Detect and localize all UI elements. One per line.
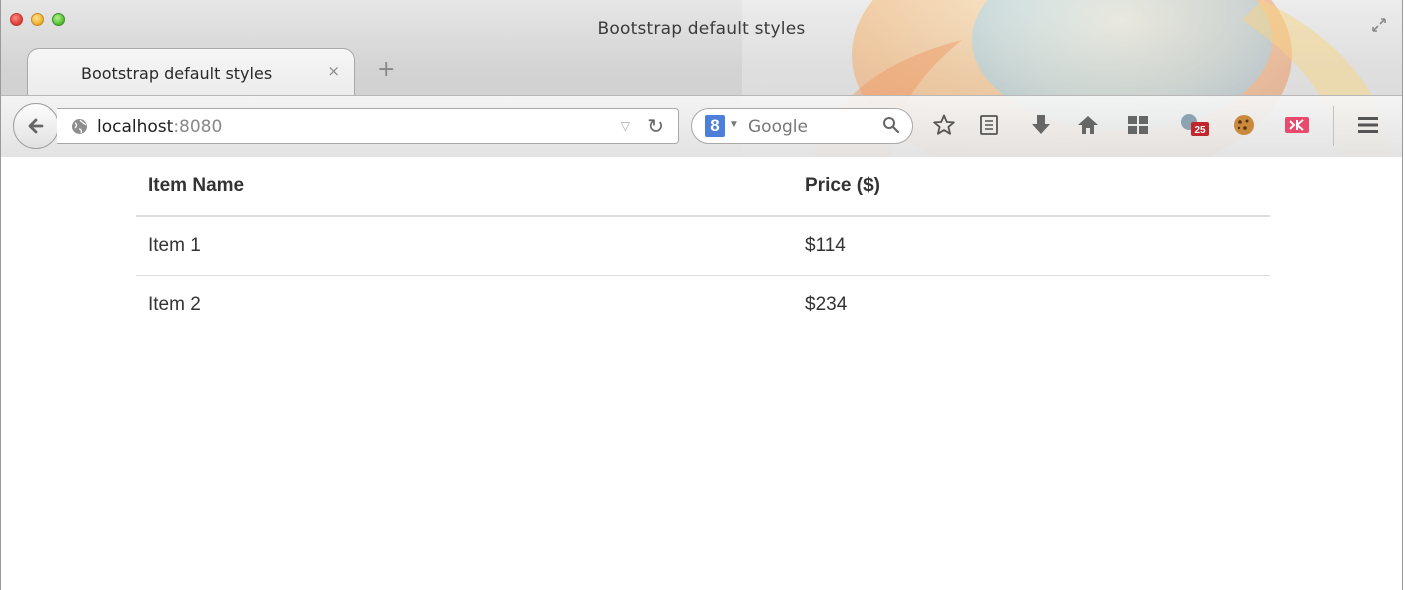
menu-icon[interactable]: [1355, 112, 1381, 138]
table-row: Item 2 $234: [136, 276, 1270, 335]
price-cell: $234: [805, 294, 848, 315]
back-button[interactable]: [13, 103, 59, 149]
calendar-badge-icon[interactable]: 25: [1177, 112, 1213, 138]
cookie-icon[interactable]: [1231, 112, 1257, 138]
home-icon[interactable]: [1075, 112, 1101, 138]
apps-grid-icon[interactable]: [1125, 112, 1151, 138]
history-dropdown-icon[interactable]: ▽: [621, 119, 630, 133]
url-port: :8080: [173, 117, 223, 137]
item-name-cell: Item 2: [148, 294, 201, 315]
globe-icon: [72, 119, 87, 134]
search-placeholder: Google: [748, 117, 808, 137]
google-engine-icon[interactable]: 8: [705, 115, 725, 137]
price-cell: $114: [793, 216, 1270, 276]
window-title: Bootstrap default styles: [597, 19, 806, 39]
bookmark-star-icon[interactable]: [931, 112, 957, 138]
item-name-cell: Item 1: [136, 216, 793, 276]
column-header-item-name: Item Name: [136, 157, 793, 217]
page-content: Item Name Price ($) Item 1 $114 Item 2 $…: [1, 157, 1402, 590]
engine-dropdown-icon[interactable]: ▼: [729, 119, 739, 130]
url-text: localhost:8080: [97, 117, 222, 137]
klout-icon[interactable]: [1284, 112, 1310, 138]
reading-list-icon[interactable]: [976, 112, 1002, 138]
reload-icon[interactable]: ↻: [647, 114, 664, 139]
toolbar-separator: [1333, 106, 1334, 146]
table-row: Item 1 $114: [136, 216, 1270, 276]
table-header-row: Item Name Price ($): [136, 157, 1270, 217]
address-bar[interactable]: localhost:8080 ▽ ↻: [57, 108, 679, 144]
browser-window: Bootstrap default styles Bootstrap defau…: [0, 0, 1403, 590]
tab-close-icon[interactable]: ×: [327, 62, 340, 80]
new-tab-button[interactable]: +: [377, 57, 395, 82]
tab-label: Bootstrap default styles: [81, 64, 273, 83]
column-header-price: Price ($): [793, 157, 1270, 217]
badge-count: 25: [1194, 125, 1206, 136]
tab-active[interactable]: Bootstrap default styles ×: [27, 48, 355, 95]
url-host: localhost: [97, 117, 174, 137]
downloads-icon[interactable]: [1028, 112, 1054, 138]
back-arrow-icon: [28, 118, 44, 134]
items-table: Item Name Price ($) Item 1 $114 Item 2 $…: [136, 157, 1270, 334]
browser-chrome: Bootstrap default styles Bootstrap defau…: [1, 0, 1402, 158]
fullscreen-icon[interactable]: [1370, 16, 1388, 34]
search-bar[interactable]: 8 ▼ Google: [691, 108, 913, 144]
search-icon[interactable]: [882, 116, 900, 134]
nav-toolbar: localhost:8080 ▽ ↻ 8 ▼ Google 25: [1, 95, 1402, 157]
